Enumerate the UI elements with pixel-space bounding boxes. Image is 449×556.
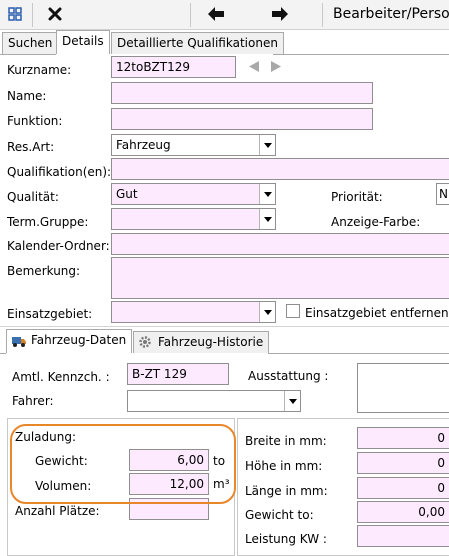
- leistung-field[interactable]: [357, 525, 449, 547]
- termgruppe-label: Term.Gruppe:: [7, 215, 89, 229]
- window-title: Bearbeiter/Perso: [333, 6, 449, 22]
- triangle-left-icon: [248, 61, 260, 76]
- arrow-right-icon: [271, 6, 289, 25]
- qualitaet-value: Gut: [116, 187, 138, 201]
- triangle-right-icon: [270, 61, 282, 76]
- tab-fahrzeug-daten-label: Fahrzeug-Daten: [31, 333, 127, 347]
- funktion-label: Funktion:: [7, 114, 63, 128]
- arrow-left-icon: [207, 6, 225, 25]
- close-icon: [48, 7, 62, 24]
- toolbar: Bearbeiter/Perso: [0, 0, 449, 30]
- gewicht-to-field[interactable]: 0,00: [357, 501, 449, 523]
- laenge-field[interactable]: 0: [357, 477, 449, 499]
- vehicle-icon: [11, 334, 27, 354]
- fahrer-dropdown[interactable]: [127, 390, 301, 412]
- laenge-label: Länge in mm:: [245, 484, 328, 498]
- tab-detaillierte-qualifikationen[interactable]: Detaillierte Qualifikationen: [111, 32, 284, 54]
- forward-button[interactable]: [268, 3, 292, 27]
- prioritaet-label: Priorität:: [331, 190, 383, 204]
- einsatzgebiet-dropdown[interactable]: [111, 301, 276, 323]
- hoehe-label: Höhe in mm:: [245, 459, 323, 473]
- termgruppe-dropdown[interactable]: [111, 208, 276, 230]
- resart-label: Res.Art:: [7, 140, 55, 154]
- einsatzgebiet-label: Einsatzgebiet:: [7, 307, 93, 321]
- anzahl-plaetze-label: Anzahl Plätze:: [15, 504, 100, 518]
- kurzname-label: Kurzname:: [7, 63, 72, 77]
- name-label: Name:: [7, 89, 47, 103]
- next-record-button[interactable]: [270, 60, 282, 76]
- einsatzgebiet-entfernen-label[interactable]: Einsatzgebiet entfernen: [305, 306, 449, 320]
- gear-icon: [138, 335, 152, 355]
- grid-button[interactable]: [4, 3, 26, 27]
- qualifikation-field[interactable]: [111, 158, 449, 180]
- fahrer-label: Fahrer:: [12, 394, 54, 408]
- qualitaet-dropdown[interactable]: Gut: [111, 183, 276, 205]
- qualifikation-label: Qualifikation(en):: [7, 165, 112, 179]
- highlight-outline: [10, 424, 236, 504]
- name-field[interactable]: [111, 82, 373, 104]
- kennzeichen-field[interactable]: B-ZT 129: [127, 363, 229, 385]
- resart-dropdown[interactable]: Fahrzeug: [111, 134, 276, 156]
- close-button[interactable]: [44, 3, 66, 27]
- back-button[interactable]: [204, 3, 228, 27]
- anzeigefarbe-label: Anzeige-Farbe:: [331, 215, 421, 229]
- chevron-down-icon[interactable]: [259, 184, 275, 204]
- kurzname-field[interactable]: 12toBZT129: [111, 56, 236, 78]
- breite-label: Breite in mm:: [245, 434, 327, 448]
- prev-record-button[interactable]: [248, 60, 260, 76]
- tab-details[interactable]: Details: [56, 30, 110, 54]
- kennzeichen-label: Amtl. Kennzch. :: [12, 370, 110, 384]
- tab-fahrzeug-historie[interactable]: Fahrzeug-Historie: [133, 331, 270, 355]
- prioritaet-field[interactable]: N: [436, 183, 449, 205]
- grid-icon: [8, 6, 22, 24]
- chevron-down-icon[interactable]: [259, 209, 275, 229]
- bemerkung-label: Bemerkung:: [7, 264, 81, 278]
- funktion-field[interactable]: [111, 108, 373, 130]
- chevron-down-icon[interactable]: [259, 135, 275, 155]
- einsatzgebiet-entfernen-checkbox[interactable]: [286, 304, 300, 318]
- tab-fahrzeug-historie-label: Fahrzeug-Historie: [158, 335, 264, 349]
- chevron-down-icon[interactable]: [259, 302, 275, 322]
- qualitaet-label: Qualität:: [7, 190, 59, 204]
- chevron-down-icon[interactable]: [284, 391, 300, 411]
- ausstattung-label: Ausstattung :: [248, 369, 329, 383]
- tab-suchen[interactable]: Suchen: [2, 32, 59, 54]
- tab-fahrzeug-daten[interactable]: Fahrzeug-Daten: [6, 329, 133, 354]
- kalenderordner-field[interactable]: [111, 233, 449, 255]
- ausstattung-field[interactable]: [357, 363, 449, 413]
- breite-field[interactable]: 0: [357, 427, 449, 449]
- hoehe-field[interactable]: 0: [357, 452, 449, 474]
- leistung-label: Leistung KW :: [245, 532, 327, 546]
- resart-value: Fahrzeug: [116, 138, 171, 152]
- gewicht-to-label: Gewicht to:: [245, 508, 314, 522]
- bemerkung-field[interactable]: [111, 257, 449, 299]
- kalenderordner-label: Kalender-Ordner:: [7, 239, 110, 253]
